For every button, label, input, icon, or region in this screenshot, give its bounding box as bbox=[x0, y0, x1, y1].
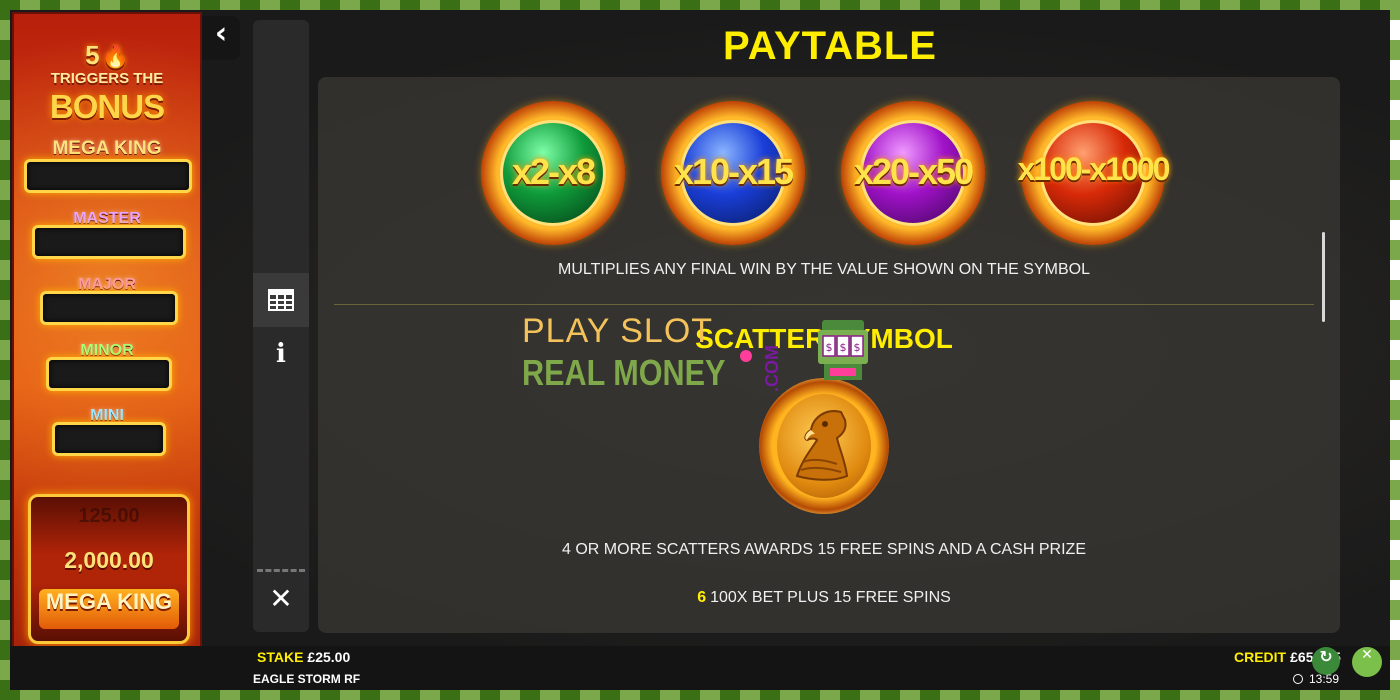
drum-value: 2,000.00 bbox=[64, 547, 154, 573]
payout-count: 6 bbox=[697, 589, 707, 606]
eagle-icon bbox=[795, 410, 849, 481]
multiplier-symbol-purple: x20-x50 bbox=[838, 95, 988, 251]
trigger-count-value: 5 bbox=[85, 40, 100, 70]
tab-paytable[interactable] bbox=[253, 273, 309, 327]
back-button[interactable]: ‹ bbox=[202, 16, 240, 60]
flame-icon: 🔥 bbox=[101, 44, 129, 69]
multiplier-symbol-blue: x10-x15 bbox=[658, 95, 808, 251]
clock: 13:59 bbox=[1293, 672, 1339, 686]
jackpot-label-mega-king: MEGA KING bbox=[52, 138, 162, 159]
jackpot-drum: 125.00 2,000.00 MEGA KING bbox=[28, 494, 190, 644]
page-title: PAYTABLE bbox=[723, 24, 937, 68]
jackpot-value-master bbox=[32, 225, 186, 259]
jackpot-value-mega-king bbox=[24, 159, 192, 193]
multiplier-symbol-red: x100-x1000 bbox=[1018, 95, 1170, 251]
clock-icon bbox=[1293, 674, 1303, 684]
svg-text:$: $ bbox=[826, 341, 833, 354]
chevron-left-icon: ‹ bbox=[214, 16, 228, 51]
game-name: EAGLE STORM RF bbox=[253, 672, 361, 686]
scrollbar[interactable] bbox=[1322, 232, 1325, 322]
game-stage: 5🔥 TRIGGERS THE BONUS MEGA KING MASTER M… bbox=[10, 10, 1390, 690]
watermark-dot bbox=[740, 350, 752, 362]
drum-jackpot-name: MEGA KING bbox=[39, 589, 179, 629]
slot-machine-icon: $ $ $ bbox=[818, 320, 868, 380]
section-divider bbox=[334, 304, 1314, 305]
drum-ghost-value: 125.00 bbox=[78, 505, 140, 527]
multiplier-value: x20-x50 bbox=[853, 151, 974, 192]
rail-divider bbox=[257, 569, 305, 572]
fullscreen-exit-icon[interactable]: ✕ bbox=[1352, 647, 1382, 677]
jackpot-panel: 5🔥 TRIGGERS THE BONUS MEGA KING MASTER M… bbox=[12, 12, 202, 688]
trigger-count: 5🔥 bbox=[14, 40, 200, 71]
tab-info[interactable]: i bbox=[253, 327, 309, 381]
multiplier-value: x2-x8 bbox=[511, 151, 596, 192]
multiplier-symbol-green: x2-x8 bbox=[478, 95, 628, 251]
jackpot-value-minor bbox=[46, 357, 172, 391]
watermark-line1: PLAY SLOT bbox=[522, 312, 714, 350]
stake-display: STAKE £25.00 bbox=[257, 649, 350, 665]
jackpot-value-major bbox=[40, 291, 178, 325]
refresh-icon[interactable]: ↻ bbox=[1312, 647, 1340, 675]
multiplier-description: MULTIPLIES ANY FINAL WIN BY THE VALUE SH… bbox=[558, 261, 1090, 278]
paytable-nav-rail: i ✕ bbox=[253, 20, 309, 632]
multiplier-symbols: x2-x8 x10-x15 x20-x50 x100-x1000 bbox=[478, 95, 1198, 251]
status-bar bbox=[10, 646, 1390, 690]
stake-value: £25.00 bbox=[307, 649, 351, 665]
multiplier-value: x100-x1000 bbox=[1017, 151, 1171, 187]
credit-label: CREDIT bbox=[1234, 649, 1287, 665]
paytable-grid-icon bbox=[268, 289, 294, 311]
watermark-line2: REAL MONEY bbox=[522, 352, 726, 393]
watermark-logo: PLAY SLOT REAL MONEY .COM $ $ $ bbox=[522, 312, 882, 402]
jackpot-value-mini bbox=[52, 422, 166, 456]
payout-text: 100X BET PLUS 15 FREE SPINS bbox=[710, 589, 951, 606]
scatter-description: 4 OR MORE SCATTERS AWARDS 15 FREE SPINS … bbox=[562, 541, 1086, 558]
watermark-suffix: .COM bbox=[762, 345, 782, 392]
trigger-text: TRIGGERS THE bbox=[50, 70, 164, 87]
close-icon: ✕ bbox=[269, 582, 293, 615]
svg-text:$: $ bbox=[840, 341, 847, 354]
info-icon: i bbox=[276, 339, 286, 369]
multiplier-value: x10-x15 bbox=[673, 151, 794, 192]
svg-text:$: $ bbox=[854, 341, 861, 354]
stake-label: STAKE bbox=[257, 649, 304, 665]
close-button[interactable]: ✕ bbox=[253, 582, 309, 632]
bonus-text: BONUS bbox=[49, 88, 165, 125]
scatter-payout: 6 100X BET PLUS 15 FREE SPINS bbox=[318, 589, 1330, 607]
